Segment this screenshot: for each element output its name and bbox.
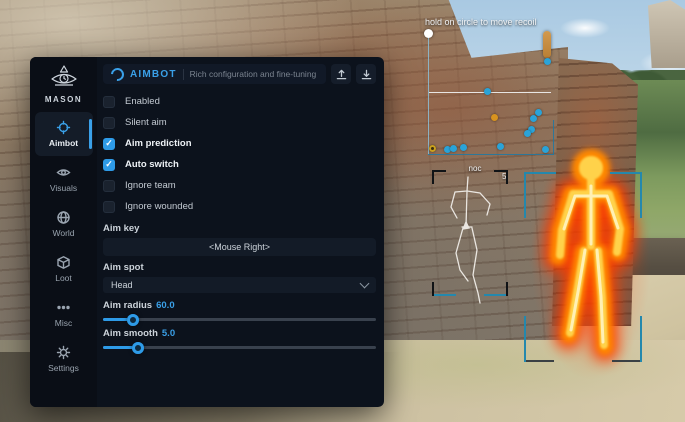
checkbox-row-auto-switch[interactable]: ✓ Auto switch bbox=[103, 154, 376, 175]
cloud bbox=[560, 18, 610, 38]
globe-icon bbox=[56, 210, 71, 225]
gear-icon bbox=[56, 345, 71, 360]
checkbox-row-enabled[interactable]: Enabled bbox=[103, 91, 376, 112]
recoil-dot-blue bbox=[544, 58, 551, 65]
recoil-dot-blue bbox=[535, 109, 542, 116]
section-header-bar: AIMBOT Rich configuration and fine-tunin… bbox=[103, 64, 326, 84]
checkbox-checked-icon[interactable]: ✓ bbox=[103, 138, 115, 150]
ring-icon bbox=[108, 65, 126, 83]
recoil-dot-ring bbox=[429, 145, 436, 152]
sidebar-item-misc[interactable]: Misc bbox=[35, 292, 93, 336]
mason-eye-icon bbox=[49, 65, 79, 91]
checkbox-row-ignore-wounded[interactable]: Ignore wounded bbox=[103, 196, 376, 217]
aim-spot-value: Head bbox=[111, 280, 361, 290]
slider-value: 60.0 bbox=[156, 300, 175, 311]
sidebar: MASON Aimbot Visuals World Loot Misc Settings bbox=[30, 57, 97, 407]
cheat-panel: MASON Aimbot Visuals World Loot Misc Settings… bbox=[30, 57, 384, 407]
recoil-dot-blue bbox=[497, 143, 504, 150]
checkbox-row-aim-prediction[interactable]: ✓ Aim prediction bbox=[103, 133, 376, 154]
slider-track-aim-smooth[interactable] bbox=[103, 346, 376, 349]
sidebar-item-label: Aimbot bbox=[49, 138, 78, 148]
slider-label: Aim smooth5.0 bbox=[103, 328, 376, 339]
ruin-wall bbox=[648, 0, 685, 68]
aim-spot-label: Aim spot bbox=[103, 262, 376, 273]
download-config-button[interactable] bbox=[356, 64, 376, 84]
section-subtitle: Rich configuration and fine-tuning bbox=[190, 69, 317, 79]
checkbox-unchecked-icon[interactable] bbox=[103, 180, 115, 192]
glowing-player-model bbox=[531, 142, 651, 382]
sidebar-item-label: World bbox=[52, 228, 74, 238]
upload-config-button[interactable] bbox=[331, 64, 351, 84]
aim-spot-select[interactable]: Head bbox=[103, 277, 376, 293]
checkbox-row-ignore-team[interactable]: Ignore team bbox=[103, 175, 376, 196]
aim-key-label: Aim key bbox=[103, 223, 376, 234]
sidebar-item-world[interactable]: World bbox=[35, 202, 93, 246]
slider-group: Aim radius60.0 Aim smooth5.0 bbox=[103, 293, 376, 349]
skeleton-esp bbox=[432, 170, 510, 305]
section-title: AIMBOT bbox=[130, 69, 177, 80]
sidebar-item-label: Settings bbox=[48, 363, 79, 373]
sidebar-item-loot[interactable]: Loot bbox=[35, 247, 93, 291]
logo: MASON bbox=[45, 65, 82, 104]
checkbox-label: Aim prediction bbox=[125, 138, 192, 149]
slider-thumb-aim-radius[interactable] bbox=[127, 314, 139, 326]
checkbox-label: Ignore team bbox=[125, 180, 176, 191]
active-indicator bbox=[89, 119, 92, 149]
recoil-drag-handle[interactable] bbox=[424, 29, 433, 38]
crosshair-icon bbox=[56, 120, 71, 135]
checkbox-unchecked-icon[interactable] bbox=[103, 96, 115, 108]
eye-icon bbox=[56, 165, 71, 180]
recoil-dot-blue bbox=[542, 146, 549, 153]
recoil-dot-blue bbox=[484, 88, 491, 95]
checkbox-row-silent-aim[interactable]: Silent aim bbox=[103, 112, 376, 133]
sidebar-item-label: Misc bbox=[55, 318, 72, 328]
slider-aim-smooth: Aim smooth5.0 bbox=[103, 328, 376, 349]
recoil-dot-blue bbox=[524, 130, 531, 137]
recoil-dot-orange bbox=[491, 114, 498, 121]
checkbox-label: Ignore wounded bbox=[125, 201, 193, 212]
recoil-marker-capsule bbox=[543, 31, 551, 58]
sidebar-item-aimbot[interactable]: Aimbot bbox=[35, 112, 93, 156]
checkbox-unchecked-icon[interactable] bbox=[103, 201, 115, 213]
recoil-box-bottom-line bbox=[428, 154, 554, 155]
recoil-hint-text: hold on circle to move recoil bbox=[425, 17, 537, 27]
checkbox-label: Auto switch bbox=[125, 159, 179, 170]
panel-main: AIMBOT Rich configuration and fine-tunin… bbox=[97, 57, 384, 407]
recoil-box-left-line bbox=[428, 38, 429, 155]
upload-icon bbox=[336, 69, 347, 80]
slider-track-aim-radius[interactable] bbox=[103, 318, 376, 321]
sidebar-item-label: Loot bbox=[55, 273, 72, 283]
chevron-down-icon bbox=[360, 279, 370, 289]
sidebar-item-label: Visuals bbox=[50, 183, 77, 193]
sidebar-item-settings[interactable]: Settings bbox=[35, 337, 93, 381]
box-icon bbox=[56, 255, 71, 270]
checkbox-list: Enabled Silent aim ✓ Aim prediction ✓ Auto sw… bbox=[103, 91, 376, 217]
slider-value: 5.0 bbox=[162, 328, 175, 339]
recoil-dot-blue bbox=[450, 145, 457, 152]
header-divider bbox=[183, 69, 184, 80]
sidebar-nav: Aimbot Visuals World Loot Misc Settings bbox=[30, 112, 97, 382]
checkbox-checked-icon[interactable]: ✓ bbox=[103, 159, 115, 171]
checkbox-label: Enabled bbox=[125, 96, 160, 107]
aim-key-bind-button[interactable]: <Mouse Right> bbox=[103, 238, 376, 256]
recoil-dot-blue bbox=[530, 115, 537, 122]
logo-text: MASON bbox=[45, 95, 82, 104]
recoil-box-right-line bbox=[553, 120, 554, 155]
ellipsis-icon bbox=[56, 300, 71, 315]
sidebar-item-visuals[interactable]: Visuals bbox=[35, 157, 93, 201]
recoil-dot-blue bbox=[460, 144, 467, 151]
slider-thumb-aim-smooth[interactable] bbox=[132, 342, 144, 354]
download-icon bbox=[361, 69, 372, 80]
slider-aim-radius: Aim radius60.0 bbox=[103, 300, 376, 321]
checkbox-label: Silent aim bbox=[125, 117, 167, 128]
checkbox-unchecked-icon[interactable] bbox=[103, 117, 115, 129]
slider-label: Aim radius60.0 bbox=[103, 300, 376, 311]
screen: noc 5 hold on circle to move recoil bbox=[0, 0, 685, 422]
